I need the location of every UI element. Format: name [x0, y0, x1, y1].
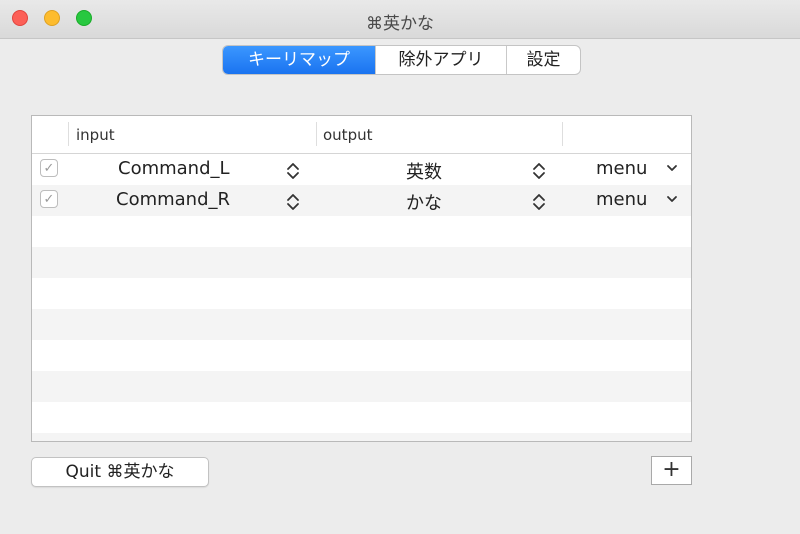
chevron-down-icon[interactable]	[666, 194, 678, 204]
tab-excluded-apps[interactable]: 除外アプリ	[376, 46, 507, 74]
enabled-checkbox[interactable]: ✓	[40, 159, 58, 177]
window-title: ⌘英かな	[366, 14, 434, 34]
remap-table: input output ✓ Command_L 英数 menu ✓ Comma…	[31, 115, 692, 442]
column-header-output[interactable]: output	[323, 126, 372, 144]
quit-button[interactable]: Quit ⌘英かな	[31, 457, 209, 487]
tab-settings[interactable]: 設定	[507, 46, 580, 74]
empty-row	[32, 433, 691, 441]
chevron-down-icon[interactable]	[666, 163, 678, 173]
empty-row	[32, 309, 691, 340]
column-divider	[316, 122, 317, 146]
input-key-select[interactable]: Command_R	[116, 189, 230, 210]
enabled-checkbox[interactable]: ✓	[40, 190, 58, 208]
up-down-chevron-icon[interactable]	[532, 192, 546, 212]
table-header: input output	[32, 116, 691, 154]
output-key-select[interactable]: 英数	[406, 158, 442, 184]
column-divider	[562, 122, 563, 146]
input-key-select[interactable]: Command_L	[118, 158, 230, 179]
up-down-chevron-icon[interactable]	[286, 161, 300, 181]
tab-key-remap[interactable]: キーリマップ	[223, 46, 376, 74]
output-key-select[interactable]: かな	[406, 189, 442, 215]
title-bar: ⌘英かな	[0, 0, 800, 39]
empty-row	[32, 216, 691, 247]
column-divider	[68, 122, 69, 146]
up-down-chevron-icon[interactable]	[286, 192, 300, 212]
tab-bar: キーリマップ 除外アプリ 設定	[222, 45, 581, 75]
empty-row	[32, 278, 691, 309]
empty-row	[32, 371, 691, 402]
add-row-button[interactable]: +	[651, 456, 692, 485]
column-header-input[interactable]: input	[76, 126, 115, 144]
table-row[interactable]: ✓ Command_L 英数 menu	[32, 154, 691, 185]
table-row[interactable]: ✓ Command_R かな menu	[32, 185, 691, 216]
empty-row	[32, 340, 691, 371]
action-menu-select[interactable]: menu	[596, 189, 647, 210]
empty-row	[32, 402, 691, 433]
up-down-chevron-icon[interactable]	[532, 161, 546, 181]
action-menu-select[interactable]: menu	[596, 158, 647, 179]
empty-row	[32, 247, 691, 278]
